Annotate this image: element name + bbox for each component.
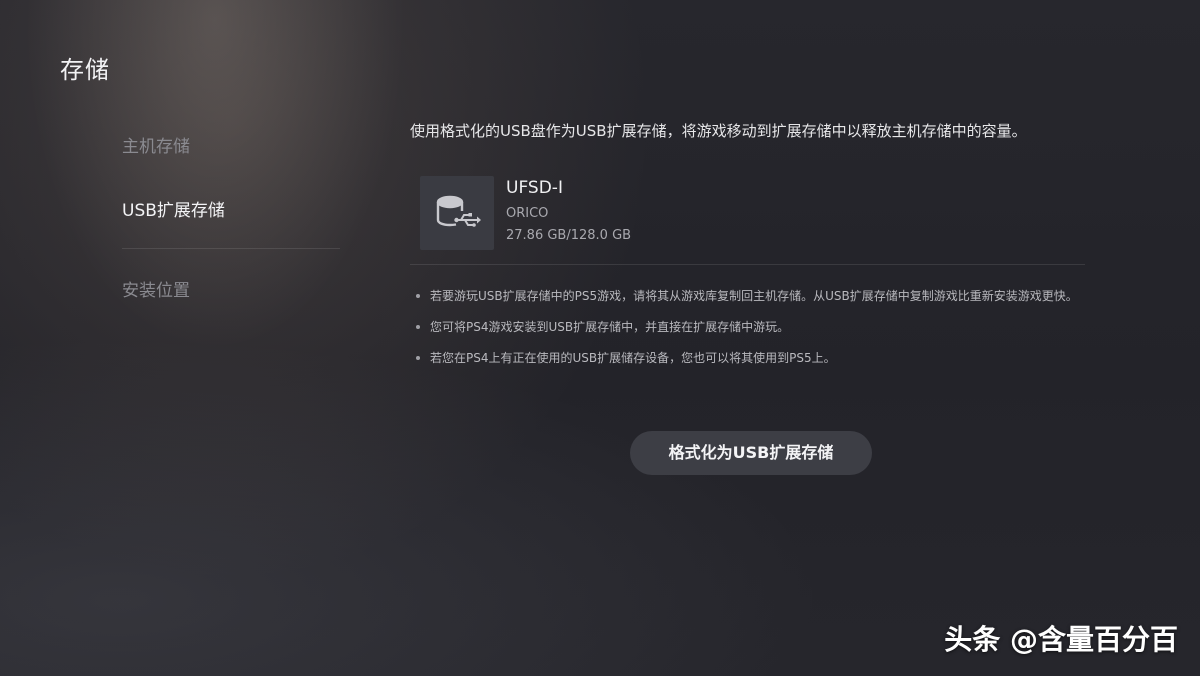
sidebar: 主机存储 USB扩展存储 安装位置 [100, 115, 340, 323]
watermark: 头条 @含量百分百 [944, 623, 1178, 656]
device-name: UFSD-I [506, 178, 563, 198]
page-title: 存储 [60, 56, 110, 84]
info-notes-list: 若要游玩USB扩展存储中的PS5游戏，请将其从游戏库复制回主机存储。从USB扩展… [410, 285, 1085, 369]
usb-drive-icon [420, 176, 494, 250]
usb-device-entry[interactable]: UFSD-I ORICO 27.86 GB/128.0 GB [410, 176, 1085, 265]
info-note: 若您在PS4上有正在使用的USB扩展储存设备，您也可以将其使用到PS5上。 [410, 347, 1085, 369]
info-note: 您可将PS4游戏安装到USB扩展存储中，并直接在扩展存储中游玩。 [410, 316, 1085, 338]
device-capacity: 27.86 GB/128.0 GB [506, 228, 632, 243]
info-note: 若要游玩USB扩展存储中的PS5游戏，请将其从游戏库复制回主机存储。从USB扩展… [410, 285, 1085, 307]
sidebar-item-install-location[interactable]: 安装位置 [100, 259, 340, 323]
sidebar-item-console-storage[interactable]: 主机存储 [100, 115, 340, 179]
main-content: 使用格式化的USB盘作为USB扩展存储，将游戏移动到扩展存储中以释放主机存储中的… [410, 118, 1085, 378]
description-text: 使用格式化的USB盘作为USB扩展存储，将游戏移动到扩展存储中以释放主机存储中的… [410, 122, 1027, 140]
format-usb-extended-storage-button[interactable]: 格式化为USB扩展存储 [630, 431, 872, 475]
sidebar-divider [122, 248, 340, 249]
sidebar-item-usb-extended-storage[interactable]: USB扩展存储 [100, 179, 340, 243]
device-brand: ORICO [506, 206, 549, 221]
